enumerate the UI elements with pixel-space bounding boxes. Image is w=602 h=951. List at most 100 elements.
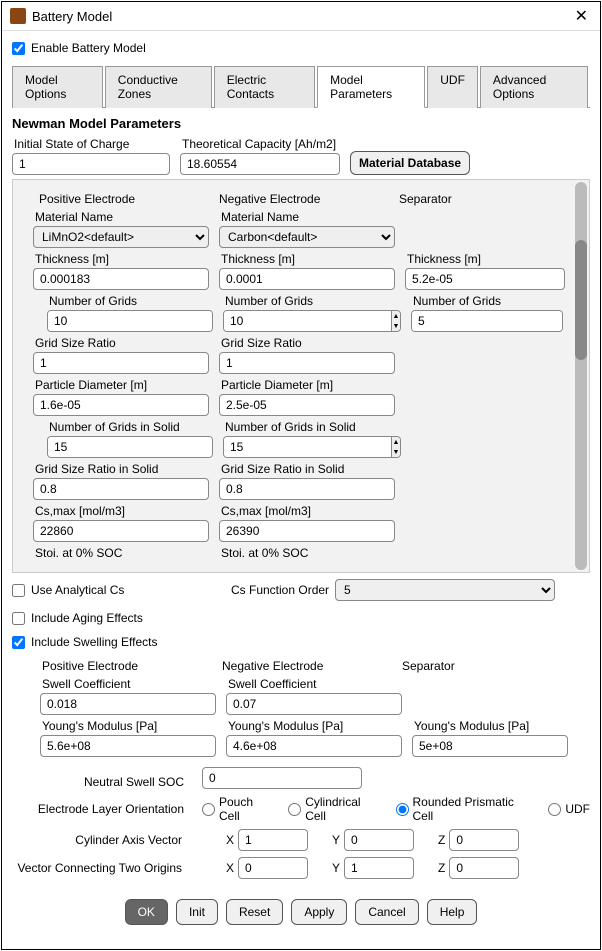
- two-origins-x-input[interactable]: [238, 857, 308, 879]
- neg-material-label: Material Name: [219, 210, 395, 224]
- cylindrical-radio[interactable]: [288, 803, 301, 816]
- pos-csmax-input[interactable]: [33, 520, 209, 542]
- neg-csmax-label: Cs,max [mol/m3]: [219, 504, 395, 518]
- reset-button[interactable]: Reset: [226, 899, 283, 925]
- init-button[interactable]: Init: [176, 899, 218, 925]
- neg-ngrids-solid-input[interactable]: [224, 437, 391, 457]
- pos-material-select[interactable]: LiMnO2<default>: [33, 226, 209, 248]
- pos-gridratio-solid-input[interactable]: [33, 478, 209, 500]
- neg-gridratio-solid-input[interactable]: [219, 478, 395, 500]
- two-origins-y-input[interactable]: [344, 857, 414, 879]
- spinner-up-icon[interactable]: ▲: [391, 311, 400, 321]
- swell-header-sep: Separator: [402, 659, 455, 673]
- pos-swellcoef-label: Swell Coefficient: [40, 677, 216, 691]
- include-swelling-checkbox[interactable]: [12, 636, 25, 649]
- sep-thickness-label: Thickness [m]: [405, 252, 565, 266]
- app-icon: [10, 8, 26, 24]
- material-database-button[interactable]: Material Database: [350, 151, 470, 175]
- pos-pdia-input[interactable]: [33, 394, 209, 416]
- neg-youngs-label: Young's Modulus [Pa]: [226, 719, 402, 733]
- pos-thickness-input[interactable]: [33, 268, 209, 290]
- neg-thickness-label: Thickness [m]: [219, 252, 395, 266]
- sep-thickness-input[interactable]: [405, 268, 565, 290]
- pos-gridratio-label: Grid Size Ratio: [33, 336, 209, 350]
- enable-battery-checkbox[interactable]: [12, 42, 25, 55]
- sep-youngs-input[interactable]: [412, 735, 568, 757]
- close-icon[interactable]: ✕: [571, 6, 592, 26]
- cs-order-select[interactable]: 5: [335, 579, 555, 601]
- neg-swellcoef-input[interactable]: [226, 693, 402, 715]
- pos-swellcoef-input[interactable]: [40, 693, 216, 715]
- udf-radio[interactable]: [548, 803, 561, 816]
- pos-material-label: Material Name: [33, 210, 209, 224]
- layer-orientation-label: Electrode Layer Orientation: [12, 802, 192, 816]
- initial-soc-label: Initial State of Charge: [12, 137, 170, 151]
- include-aging-checkbox[interactable]: [12, 612, 25, 625]
- neg-thickness-input[interactable]: [219, 268, 395, 290]
- cyl-axis-y-input[interactable]: [344, 829, 414, 851]
- enable-battery-label: Enable Battery Model: [31, 41, 146, 55]
- neg-ngrids-input[interactable]: [224, 311, 391, 331]
- initial-soc-input[interactable]: [12, 153, 170, 175]
- header-separator: Separator: [399, 192, 452, 206]
- theoretical-capacity-label: Theoretical Capacity [Ah/m2]: [180, 137, 340, 151]
- include-swelling-label: Include Swelling Effects: [31, 635, 158, 649]
- two-origins-z-input[interactable]: [449, 857, 519, 879]
- pos-pdia-label: Particle Diameter [m]: [33, 378, 209, 392]
- neg-youngs-input[interactable]: [226, 735, 402, 757]
- pos-ngrids-label: Number of Grids: [47, 294, 213, 308]
- cs-order-label: Cs Function Order: [231, 583, 329, 597]
- help-button[interactable]: Help: [427, 899, 478, 925]
- neg-gridratio-input[interactable]: [219, 352, 395, 374]
- tab-electric-contacts[interactable]: Electric Contacts: [214, 66, 315, 108]
- cyl-axis-x-input[interactable]: [238, 829, 308, 851]
- sep-ngrids-input[interactable]: [412, 311, 563, 331]
- header-negative: Negative Electrode: [219, 192, 399, 206]
- neutral-swell-soc-input[interactable]: [202, 767, 362, 789]
- pos-youngs-input[interactable]: [40, 735, 216, 757]
- spinner-up-icon[interactable]: ▲: [391, 437, 400, 447]
- pos-ngrids-input[interactable]: [48, 311, 213, 331]
- tab-udf[interactable]: UDF: [427, 66, 478, 108]
- use-analytical-cs-label: Use Analytical Cs: [31, 583, 231, 597]
- tab-bar: Model Options Conductive Zones Electric …: [12, 65, 590, 108]
- pouch-radio[interactable]: [202, 803, 215, 816]
- scrollbar-thumb[interactable]: [575, 240, 587, 360]
- cyl-axis-z-input[interactable]: [449, 829, 519, 851]
- tab-model-options[interactable]: Model Options: [12, 66, 103, 108]
- neg-gridratio-solid-label: Grid Size Ratio in Solid: [219, 462, 395, 476]
- tab-model-parameters[interactable]: Model Parameters: [317, 66, 425, 108]
- neg-csmax-input[interactable]: [219, 520, 395, 542]
- header-positive: Positive Electrode: [39, 192, 219, 206]
- sep-youngs-label: Young's Modulus [Pa]: [412, 719, 568, 733]
- neg-ngrids-solid-label: Number of Grids in Solid: [223, 420, 401, 434]
- neg-pdia-input[interactable]: [219, 394, 395, 416]
- pos-ngrids-solid-label: Number of Grids in Solid: [47, 420, 213, 434]
- tab-advanced-options[interactable]: Advanced Options: [480, 66, 588, 108]
- pos-gridratio-solid-label: Grid Size Ratio in Solid: [33, 462, 209, 476]
- spinner-down-icon[interactable]: ▼: [391, 321, 400, 331]
- pos-youngs-label: Young's Modulus [Pa]: [40, 719, 216, 733]
- rounded-radio[interactable]: [396, 803, 409, 816]
- pos-ngrids-solid-input[interactable]: [48, 437, 213, 457]
- apply-button[interactable]: Apply: [291, 899, 347, 925]
- spinner-down-icon[interactable]: ▼: [391, 447, 400, 457]
- use-analytical-cs-checkbox[interactable]: [12, 584, 25, 597]
- two-origins-label: Vector Connecting Two Origins: [12, 861, 202, 875]
- neg-material-select[interactable]: Carbon<default>: [219, 226, 395, 248]
- pos-stoi0-label: Stoi. at 0% SOC: [33, 546, 209, 560]
- neg-stoi0-label: Stoi. at 0% SOC: [219, 546, 395, 560]
- swell-header-pos: Positive Electrode: [42, 659, 222, 673]
- ok-button[interactable]: OK: [125, 899, 168, 925]
- pos-gridratio-input[interactable]: [33, 352, 209, 374]
- cancel-button[interactable]: Cancel: [355, 899, 418, 925]
- neg-gridratio-label: Grid Size Ratio: [219, 336, 395, 350]
- neg-pdia-label: Particle Diameter [m]: [219, 378, 395, 392]
- theoretical-capacity-input[interactable]: [180, 153, 340, 175]
- parameters-scroll-area: Positive Electrode Negative Electrode Se…: [12, 179, 590, 573]
- swell-header-neg: Negative Electrode: [222, 659, 402, 673]
- neg-swellcoef-label: Swell Coefficient: [226, 677, 402, 691]
- neg-ngrids-label: Number of Grids: [223, 294, 401, 308]
- neutral-swell-soc-label: Neutral Swell SOC: [12, 775, 192, 789]
- tab-conductive-zones[interactable]: Conductive Zones: [105, 66, 212, 108]
